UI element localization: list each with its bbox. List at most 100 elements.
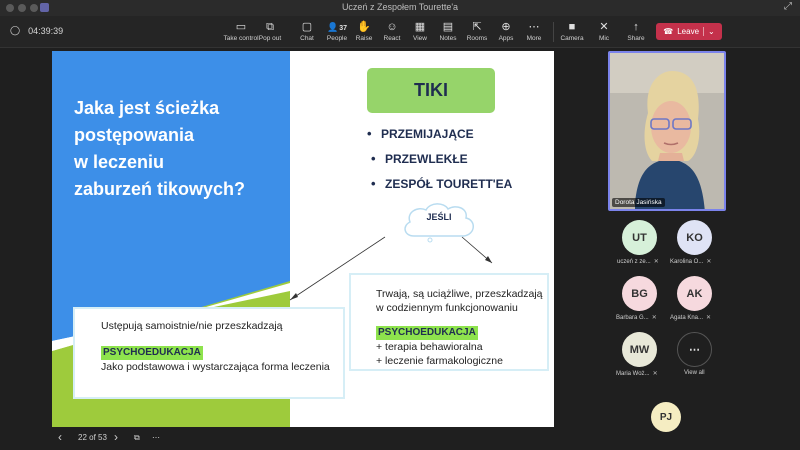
window-title: Uczeń z Zespołem Tourette'a xyxy=(341,2,459,12)
participant-avatar[interactable]: AK xyxy=(677,276,712,311)
react-label: React xyxy=(383,35,401,42)
view-all-label: View all xyxy=(684,370,705,376)
more-icon: ⋯ xyxy=(528,21,540,33)
mic-muted-icon: ✕ xyxy=(652,371,658,377)
presenter-name: Dorota Jasińska xyxy=(612,198,665,207)
participant-avatar[interactable]: UT xyxy=(622,220,657,255)
people-icon: 👤 xyxy=(326,22,339,32)
leave-label: Leave xyxy=(677,27,700,36)
participant-label: Maria Woż... ✕ xyxy=(616,371,658,377)
self-avatar[interactable]: PJ xyxy=(651,402,681,432)
notes-button[interactable]: ▤ Notes xyxy=(433,19,463,47)
phone-icon: ☎ xyxy=(663,27,674,36)
bullet-text: PRZEMIJAJĄCE xyxy=(381,126,474,141)
slide-title-line: zaburzeń tikowych? xyxy=(74,179,246,199)
shield-icon: ◯ xyxy=(10,25,21,35)
box-text: Ustępują samoistnie/nie przeszkadzają xyxy=(101,320,283,332)
meeting-timer: ◯ 04:39:39 xyxy=(10,25,63,36)
prev-slide-icon[interactable]: ‹ xyxy=(58,430,62,444)
next-slide-icon[interactable]: › xyxy=(114,430,118,444)
view-all-button[interactable]: ⋯ xyxy=(677,332,712,367)
mic-label: Mic xyxy=(598,35,610,42)
share-icon: ↑ xyxy=(633,21,639,33)
list-item: • PRZEMIJAJĄCE xyxy=(367,126,474,141)
rooms-label: Rooms xyxy=(466,35,488,42)
pop-out-label: Pop out xyxy=(258,35,282,42)
avatar-initials: BG xyxy=(631,287,648,300)
mic-muted-icon: ✕ xyxy=(599,21,609,33)
arrow-left-head xyxy=(290,293,298,300)
notes-label: Notes xyxy=(439,35,457,42)
cloud-shape xyxy=(404,203,474,243)
shared-slide: Jaka jest ścieżka postępowania w leczeni… xyxy=(52,51,554,427)
apps-button[interactable]: ⊕ Apps xyxy=(491,19,521,47)
tiki-heading: TIKI xyxy=(367,68,495,113)
meeting-stage: Jaka jest ścieżka postępowania w leczeni… xyxy=(0,48,800,450)
camera-button[interactable]: ■ Camera xyxy=(556,19,588,47)
restore-icon[interactable]: ⤢ xyxy=(784,1,792,12)
camera-icon: ■ xyxy=(568,21,576,33)
view-label: View xyxy=(413,35,427,42)
leave-chevron-icon[interactable]: ⌄ xyxy=(703,27,715,36)
bullet-text: ZESPÓŁ TOURETT'EA xyxy=(385,176,513,191)
slide-more-icon[interactable]: ⋯ xyxy=(152,433,160,442)
self-resolving-box: Ustępują samoistnie/nie przeszkadzają PS… xyxy=(73,307,345,399)
pop-out-button[interactable]: ⧉ Pop out xyxy=(254,19,286,47)
list-item: • ZESPÓŁ TOURETT'EA xyxy=(371,176,513,191)
react-button[interactable]: ☺ React xyxy=(377,19,407,47)
more-label: More xyxy=(526,35,542,42)
chat-label: Chat xyxy=(300,35,314,42)
toolbar-divider xyxy=(553,22,554,42)
raise-label: Raise xyxy=(355,35,373,42)
list-item: • PRZEWLEKŁE xyxy=(371,151,468,166)
people-button[interactable]: 👤37 People xyxy=(322,19,352,47)
more-button[interactable]: ⋯ More xyxy=(519,19,549,47)
mic-button[interactable]: ✕ Mic xyxy=(589,19,619,47)
psychoeducation-highlight: PSYCHOEDUKACJA xyxy=(101,346,203,360)
share-button[interactable]: ↑ Share xyxy=(621,19,651,47)
slide-counter: 22 of 53 xyxy=(78,433,107,442)
apps-icon: ⊕ xyxy=(501,21,511,33)
avatar-initials: MW xyxy=(629,343,650,356)
participant-avatar[interactable]: MW xyxy=(622,332,657,367)
slide-title-line: Jaka jest ścieżka xyxy=(74,98,220,118)
slide-title-line: w leczeniu xyxy=(74,152,165,172)
share-label: Share xyxy=(627,35,645,42)
slide-title: Jaka jest ścieżka postępowania w leczeni… xyxy=(74,95,274,203)
participant-avatar[interactable]: KO xyxy=(677,220,712,255)
psychoeducation-highlight: PSYCHOEDUKACJA xyxy=(376,326,478,340)
slide-grid-icon[interactable]: ⧉ xyxy=(134,433,140,443)
cloud-label: JEŚLI xyxy=(426,212,452,222)
arrow-right-head xyxy=(485,256,492,263)
if-cloud: JEŚLI xyxy=(400,200,478,244)
chat-button[interactable]: ▢ Chat xyxy=(292,19,322,47)
leave-button[interactable]: ☎ Leave ⌄ xyxy=(656,23,722,40)
view-button[interactable]: ▦ View xyxy=(405,19,435,47)
camera-label: Camera xyxy=(560,35,584,42)
raise-hand-button[interactable]: ✋ Raise xyxy=(349,19,379,47)
notes-icon: ▤ xyxy=(442,21,454,33)
rooms-icon: ⇱ xyxy=(472,21,482,33)
more-icon: ⋯ xyxy=(689,344,700,356)
mic-muted-icon: ✕ xyxy=(653,259,659,265)
participant-label: Agata Kna... ✕ xyxy=(670,315,712,321)
presenter-video[interactable]: Dorota Jasińska xyxy=(608,51,726,211)
react-icon: ☺ xyxy=(386,21,398,33)
tic-types-list: • PRZEMIJAJĄCE • PRZEWLEKŁE • ZESPÓŁ TOURET… xyxy=(367,121,554,196)
participant-label: Karolina O... ✕ xyxy=(670,259,712,265)
bullet-text: PRZEWLEKŁE xyxy=(385,151,468,166)
avatar-initials: KO xyxy=(686,231,703,244)
view-icon: ▦ xyxy=(414,21,426,33)
box-text: Jako podstawowa i wystarczająca forma le… xyxy=(101,361,330,373)
participant-label: uczeń z ze... ✕ xyxy=(617,259,659,265)
pop-out-icon: ⧉ xyxy=(266,21,274,33)
slide-navigation: ‹ 22 of 53 › ⧉ ⋯ xyxy=(52,430,252,447)
chat-icon: ▢ xyxy=(301,21,313,33)
mic-muted-icon: ✕ xyxy=(706,259,712,265)
participant-avatar[interactable]: BG xyxy=(622,276,657,311)
avatar-initials: UT xyxy=(632,231,647,244)
mic-muted-icon: ✕ xyxy=(706,315,712,321)
rooms-button[interactable]: ⇱ Rooms xyxy=(462,19,492,47)
people-count: 37 xyxy=(339,25,347,32)
apps-label: Apps xyxy=(498,35,514,42)
